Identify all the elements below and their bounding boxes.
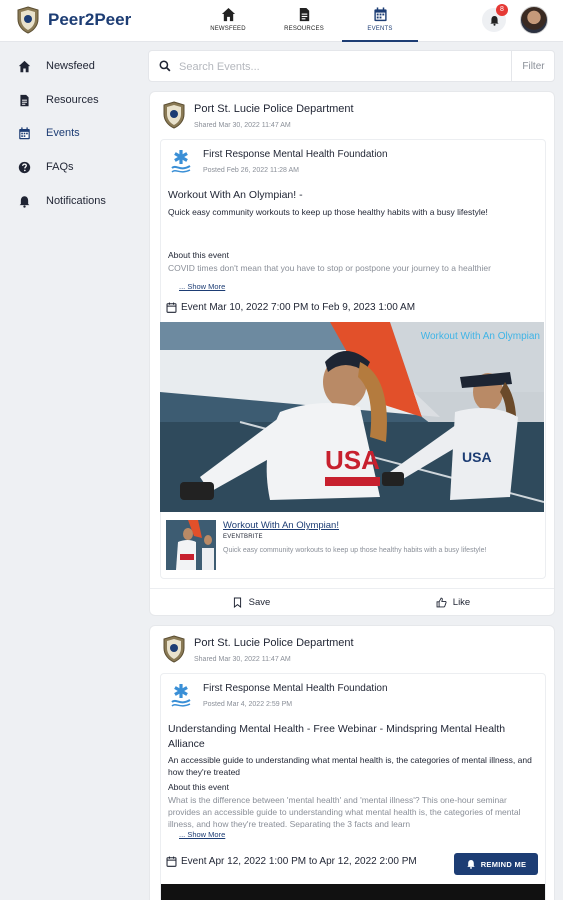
sidebar: Newsfeed Resources Events FAQs Notificat… [0,43,140,900]
event-date-text: Event Mar 10, 2022 7:00 PM to Feb 9, 202… [181,302,416,313]
link-title[interactable]: Workout With An Olympian! [223,520,339,531]
nav-events[interactable]: EVENTS [342,0,418,42]
svg-text:USA: USA [462,449,492,465]
sidebar-item-label: Notifications [46,195,106,207]
sidebar-item-label: Newsfeed [46,60,95,72]
save-button[interactable]: Save [150,589,352,616]
star-of-life-logo [171,684,191,707]
sidebar-item-events[interactable]: Events [18,123,80,143]
app-name: Peer2Peer [48,10,132,29]
question-icon [18,161,31,173]
show-more-link[interactable]: ... Show More [179,830,225,839]
sailing-thumbnail [166,520,216,570]
document-icon [299,7,309,22]
sidebar-item-label: Events [46,127,80,139]
user-avatar[interactable] [520,6,548,34]
event-summary: Quick easy community workouts to keep up… [168,207,488,217]
sidebar-item-resources[interactable]: Resources [18,90,99,110]
about-text: COVID times don't mean that you have to … [168,263,491,273]
posted-date: Posted Mar 4, 2022 2:59 PM [203,701,293,708]
like-label: Like [452,597,471,608]
event-date-text: Event Apr 12, 2022 1:00 PM to Apr 12, 20… [181,856,417,867]
department-name[interactable]: Port St. Lucie Police Department [194,637,354,649]
bell-icon [489,15,499,26]
notification-count-badge: 8 [496,4,508,16]
calendar-outline-icon [166,856,177,867]
calendar-icon [19,126,30,139]
event-date: Event Mar 10, 2022 7:00 PM to Feb 9, 202… [166,302,415,313]
about-label: About this event [168,250,229,260]
link-source: EVENTBRITE [223,534,263,540]
organization-name[interactable]: First Response Mental Health Foundation [203,149,388,160]
top-nav: NEWSFEED RESOURCES EVENTS [190,0,418,42]
bell-icon [466,859,475,869]
thumbs-up-icon [436,597,447,608]
svg-text:USA: USA [325,445,380,475]
post-actions: Save Like [150,588,554,616]
notifications-button[interactable]: 8 [482,4,508,32]
event-photo[interactable]: USA USA Workout With An Olympian [160,322,544,512]
remind-me-label: REMIND ME [480,859,527,869]
photo-overlay-text: Workout With An Olympian [420,331,540,342]
sidebar-item-label: Resources [46,94,99,106]
shared-date: Shared Mar 30, 2022 11:47 AM [194,656,291,663]
event-date: Event Apr 12, 2022 1:00 PM to Apr 12, 20… [166,856,417,867]
home-icon [18,60,31,72]
document-icon [20,94,29,106]
search-icon [159,60,171,72]
show-more-link[interactable]: ... Show More [179,282,225,291]
link-preview[interactable]: Workout With An Olympian! EVENTBRITE Qui… [160,520,544,580]
department-name[interactable]: Port St. Lucie Police Department [194,103,354,115]
about-text: What is the difference between 'mental h… [168,795,521,828]
event-summary: An accessible guide to understanding wha… [168,755,532,777]
sidebar-item-notifications[interactable]: Notifications [18,191,106,211]
nav-newsfeed[interactable]: NEWSFEED [190,0,266,42]
filter-button[interactable]: Filter [511,51,555,81]
like-button[interactable]: Like [352,589,554,616]
sidebar-item-newsfeed[interactable]: Newsfeed [18,56,95,76]
police-badge-logo [163,101,185,129]
search-bar: Filter [148,50,555,82]
sailing-photo: USA USA [160,322,544,512]
link-thumbnail [166,520,216,570]
shared-event: First Response Mental Health Foundation … [160,673,546,900]
link-description: Quick easy community workouts to keep up… [223,547,487,554]
police-badge-logo [163,635,185,663]
event-title: Workout With An Olympian! - [168,189,303,201]
remind-me-button[interactable]: REMIND ME [454,853,538,875]
calendar-icon [373,7,387,22]
nav-events-label: EVENTS [367,26,393,32]
nav-newsfeed-label: NEWSFEED [210,26,246,32]
posted-date: Posted Feb 26, 2022 11:28 AM [203,167,299,174]
star-of-life-logo [171,150,191,173]
event-title: Understanding Mental Health - Free Webin… [168,723,506,750]
bookmark-icon [233,597,241,608]
calendar-outline-icon [166,302,177,313]
bell-icon [19,195,30,208]
search-input[interactable] [179,57,509,77]
police-badge-logo [17,6,39,34]
nav-resources-label: RESOURCES [284,26,324,32]
home-icon [221,7,235,22]
event-post-card: Port St. Lucie Police Department Shared … [149,625,555,900]
event-post-card: Port St. Lucie Police Department Shared … [149,91,555,616]
nav-resources[interactable]: RESOURCES [266,0,342,42]
sidebar-item-label: FAQs [46,161,74,173]
about-label: About this event [168,782,229,792]
event-media[interactable] [161,884,545,900]
brand[interactable]: Peer2Peer [16,6,131,34]
shared-date: Shared Mar 30, 2022 11:47 AM [194,122,291,129]
top-bar: Peer2Peer NEWSFEED RESOURCES EVENTS 8 [0,0,563,42]
sidebar-item-faqs[interactable]: FAQs [18,157,74,177]
organization-name[interactable]: First Response Mental Health Foundation [203,683,388,694]
save-label: Save [248,597,271,608]
